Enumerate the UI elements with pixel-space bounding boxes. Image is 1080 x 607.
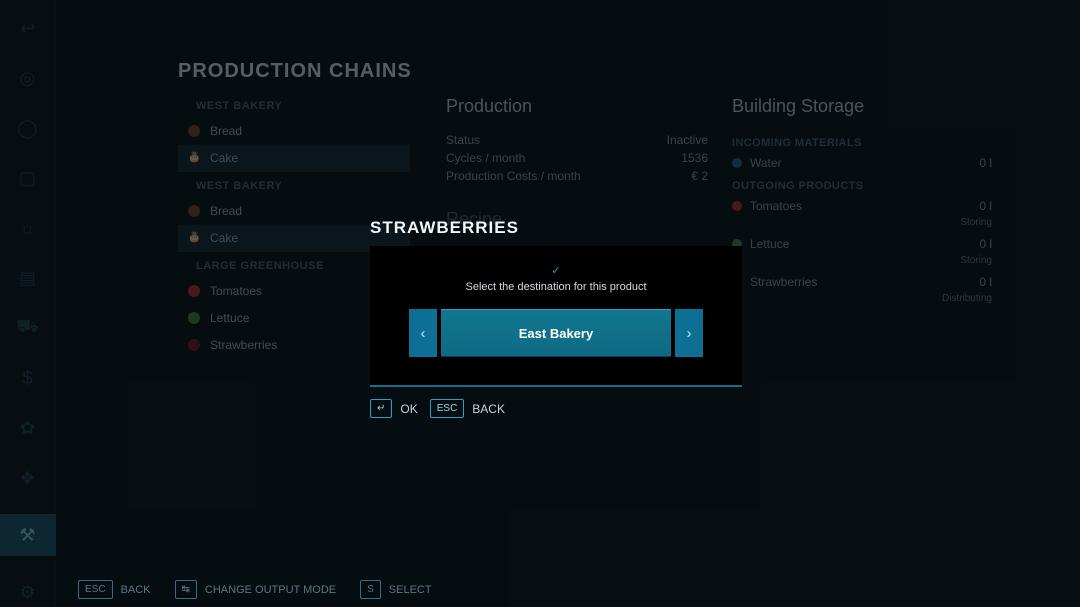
- destination-selector: ‹ East Bakery ›: [394, 309, 718, 357]
- checkmark-icon: ✓: [394, 264, 718, 277]
- modal-instruction: Select the destination for this product: [394, 281, 718, 293]
- destination-value[interactable]: East Bakery: [441, 309, 671, 357]
- chevron-left-icon: ‹: [421, 325, 426, 342]
- hint-label: BACK: [121, 584, 151, 596]
- hint-label: SELECT: [389, 584, 432, 596]
- hint-back[interactable]: ESC BACK: [78, 580, 151, 599]
- esc-key-icon: ESC: [430, 399, 465, 418]
- enter-key-icon: ↵: [370, 399, 392, 418]
- hint-change-output-mode[interactable]: ↹ CHANGE OUTPUT MODE: [175, 580, 337, 599]
- back-button[interactable]: ESC BACK: [430, 399, 505, 418]
- hint-select[interactable]: S SELECT: [360, 580, 431, 599]
- modal-title: STRAWBERRIES: [370, 218, 742, 238]
- keycap-icon: ↹: [175, 580, 197, 599]
- ok-button[interactable]: ↵ OK: [370, 399, 418, 418]
- chevron-right-icon: ›: [687, 325, 692, 342]
- back-label: BACK: [472, 402, 505, 416]
- bottom-hint-bar: ESC BACK ↹ CHANGE OUTPUT MODE S SELECT: [78, 580, 432, 599]
- next-destination-button[interactable]: ›: [675, 309, 703, 357]
- prev-destination-button[interactable]: ‹: [409, 309, 437, 357]
- modal-body: ✓ Select the destination for this produc…: [370, 246, 742, 387]
- modal-footer: ↵ OK ESC BACK: [370, 399, 742, 418]
- keycap-icon: ESC: [78, 580, 113, 599]
- destination-modal: STRAWBERRIES ✓ Select the destination fo…: [370, 218, 742, 418]
- keycap-icon: S: [360, 580, 381, 599]
- hint-label: CHANGE OUTPUT MODE: [205, 584, 336, 596]
- ok-label: OK: [400, 402, 417, 416]
